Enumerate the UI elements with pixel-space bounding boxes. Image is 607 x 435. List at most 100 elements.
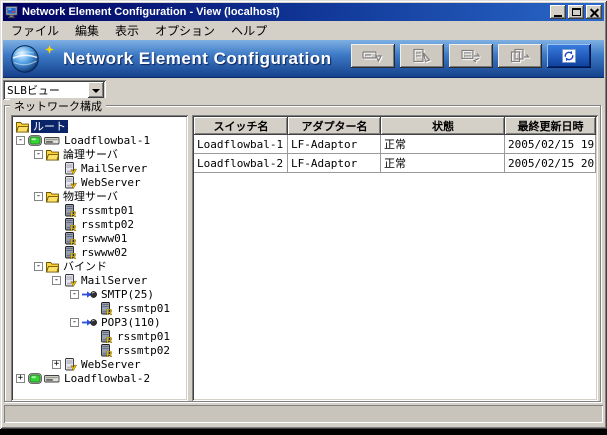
tree-item-label[interactable]: MailServer [79,162,149,175]
tree-item-label[interactable]: ルート [31,120,68,133]
refresh-button[interactable] [547,44,591,68]
load-balancer-icon [44,134,60,146]
physical-server-icon: R [100,330,113,343]
tree-item[interactable]: Rrswww02 [14,245,188,259]
close-button[interactable] [586,5,602,19]
svg-text:R: R [70,251,76,258]
switch-table-panel: スイッチ名アダプター名状態最終更新日時 Loadflowbal-1LF-Adap… [192,115,598,401]
title-bar[interactable]: Network Element Configuration - View (lo… [3,3,604,21]
tree-item[interactable]: - POP3(110) [14,315,188,329]
edit-tool-icon [411,48,433,64]
network-tree-panel: ルート-Loadflowbal-1-論理サーバMailServerWebServ… [11,115,188,401]
tool-transfer-button [498,44,542,68]
menu-item-help[interactable]: ヘルプ [223,20,275,41]
collapse-expander-icon[interactable]: - [70,290,79,299]
tree-item-label[interactable]: SMTP(25) [99,288,156,301]
table-row[interactable]: Loadflowbal-1LF-Adaptor正常2005/02/15 19:5… [194,135,596,154]
table-header: スイッチ名アダプター名状態最終更新日時 [194,117,596,135]
table-cell: Loadflowbal-1 [194,135,288,154]
tree-item[interactable]: MailServer [14,161,188,175]
tree-item-label[interactable]: rssmtp01 [115,330,172,343]
menu-bar: ファイル編集表示オプションヘルプ [3,21,604,40]
physical-server-icon: R [64,232,77,245]
tree-item[interactable]: Rrssmtp02 [14,217,188,231]
tree-item-label[interactable]: MailServer [79,274,149,287]
tree-item-label[interactable]: rssmtp01 [79,204,136,217]
collapse-expander-icon[interactable]: - [34,192,43,201]
tree-item-label[interactable]: バインド [61,260,109,273]
svg-text:R: R [106,307,112,314]
tree-item[interactable]: - MailServer [14,273,188,287]
banner: Network Element Configuration [3,40,604,78]
column-header-0[interactable]: スイッチ名 [194,117,288,135]
logical-server-icon [64,176,77,189]
collapse-expander-icon[interactable]: - [34,150,43,159]
tree-item-label[interactable]: Loadflowbal-2 [62,372,152,385]
menu-item-file[interactable]: ファイル [3,20,67,41]
tree-item[interactable]: + WebServer [14,357,188,371]
tree-item[interactable]: - SMTP(25) [14,287,188,301]
tree-item-label[interactable]: rssmtp02 [79,218,136,231]
column-header-3[interactable]: 最終更新日時 [505,117,596,135]
bind-port-icon [82,289,97,300]
tree: ルート-Loadflowbal-1-論理サーバMailServerWebServ… [14,119,188,385]
tree-item-label[interactable]: 論理サーバ [61,148,120,161]
sparkle-icon [45,41,54,59]
table-cell: 正常 [381,135,505,154]
maximize-button[interactable] [568,5,584,19]
tree-item-label[interactable]: POP3(110) [99,316,163,329]
tree-item[interactable]: WebServer [14,175,188,189]
folder-icon [46,148,59,161]
tree-item-label[interactable]: 物理サーバ [61,190,120,203]
column-header-1[interactable]: アダプター名 [288,117,381,135]
column-header-2[interactable]: 状態 [381,117,505,135]
tool-sync-button [449,44,493,68]
window-title: Network Element Configuration - View (lo… [22,6,550,18]
table-cell: LF-Adaptor [288,135,381,154]
tree-item-label[interactable]: rswww01 [79,232,129,245]
tree-item[interactable]: - 物理サーバ [14,189,188,203]
collapse-expander-icon[interactable]: - [34,262,43,271]
physical-server-icon: R [64,218,77,231]
table-row[interactable]: Loadflowbal-2LF-Adaptor正常2005/02/15 20:0… [194,154,596,173]
load-balancer-icon [44,372,60,384]
menu-item-edit[interactable]: 編集 [67,20,107,41]
network-configuration-group: ネットワーク構成 ルート-Loadflowbal-1-論理サーバMailServ… [4,105,601,402]
tool-device-button [351,44,395,68]
tree-item[interactable]: Rrssmtp02 [14,343,188,357]
view-selector-value: SLBビュー [5,82,88,98]
dropdown-button[interactable] [88,82,104,98]
tree-item[interactable]: Rrssmtp01 [14,203,188,217]
view-selector[interactable]: SLBビュー [3,80,106,100]
tree-item[interactable]: Rrswww01 [14,231,188,245]
tree-item-label[interactable]: rssmtp01 [115,302,172,315]
expand-expander-icon[interactable]: + [16,374,25,383]
collapse-expander-icon[interactable]: - [52,276,61,285]
expand-expander-icon[interactable]: + [52,360,61,369]
tool-edit-button [400,44,444,68]
tree-item[interactable]: Rrssmtp01 [14,329,188,343]
tree-item-label[interactable]: WebServer [79,358,143,371]
table-cell: 2005/02/15 19:57 [505,135,596,154]
tree-item[interactable]: - Loadflowbal-1 [14,133,188,147]
collapse-expander-icon[interactable]: - [16,136,25,145]
minimize-button[interactable] [550,5,566,19]
tree-item[interactable]: + Loadflowbal-2 [14,371,188,385]
tree-item-label[interactable]: rswww02 [79,246,129,259]
window-controls [550,5,602,19]
menu-item-view[interactable]: 表示 [107,20,147,41]
minimize-icon [554,15,562,17]
collapse-expander-icon[interactable]: - [70,318,79,327]
tree-item[interactable]: ルート [14,119,188,133]
tree-item[interactable]: Rrssmtp01 [14,301,188,315]
transfer-tool-icon [509,48,531,64]
tree-item-label[interactable]: WebServer [79,176,143,189]
svg-text:R: R [70,209,76,216]
tree-item[interactable]: - バインド [14,259,188,273]
menu-item-options[interactable]: オプション [147,20,223,41]
tree-item-label[interactable]: Loadflowbal-1 [62,134,152,147]
logical-server-icon [64,358,77,371]
tree-item[interactable]: - 論理サーバ [14,147,188,161]
svg-text:R: R [106,335,112,342]
tree-item-label[interactable]: rssmtp02 [115,344,172,357]
